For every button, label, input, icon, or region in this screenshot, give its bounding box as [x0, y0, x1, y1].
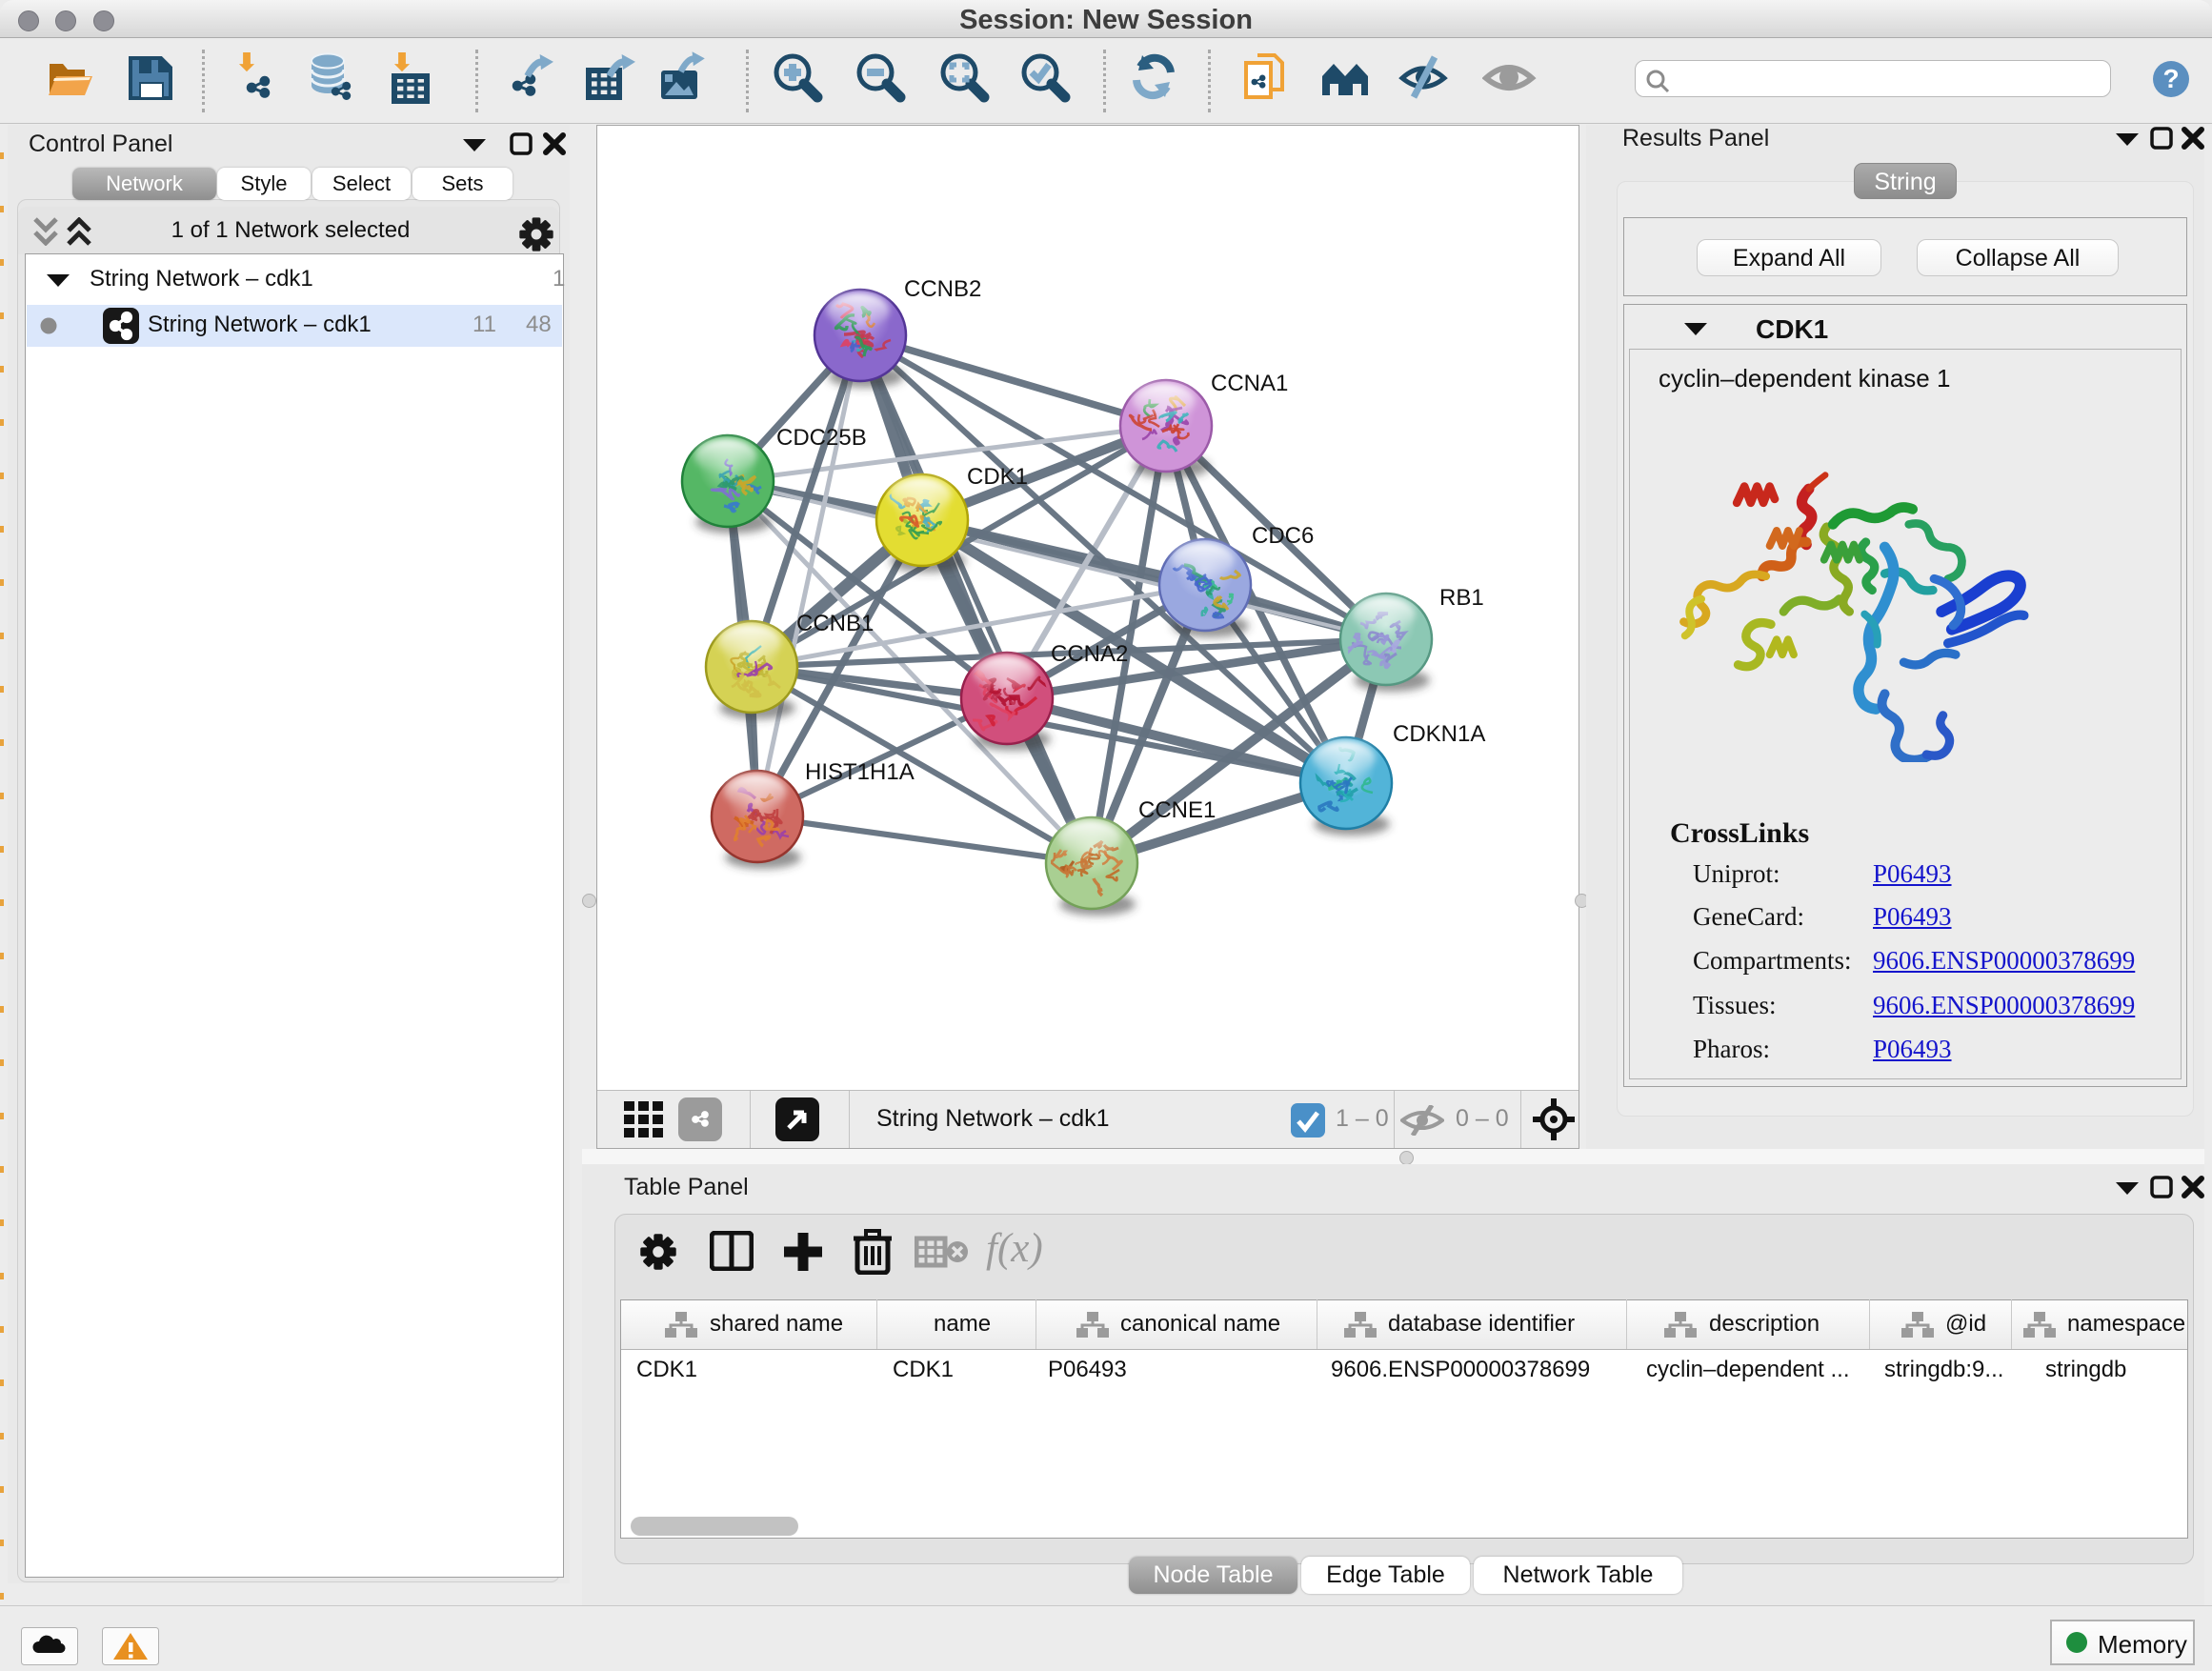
svg-text:CDC25B: CDC25B	[776, 425, 867, 451]
svg-text:?: ?	[2162, 64, 2179, 93]
svg-text:CCNB1: CCNB1	[796, 611, 874, 636]
svg-text:CDK1: CDK1	[967, 464, 1028, 490]
svg-text:CCNB2: CCNB2	[904, 276, 981, 302]
svg-text:CDKN1A: CDKN1A	[1393, 721, 1485, 747]
svg-text:CCNA1: CCNA1	[1211, 371, 1288, 396]
svg-text:CCNA2: CCNA2	[1051, 641, 1128, 667]
svg-text:HIST1H1A: HIST1H1A	[805, 759, 915, 785]
svg-text:RB1: RB1	[1439, 585, 1484, 611]
svg-text:CDC6: CDC6	[1252, 523, 1314, 549]
svg-text:CCNE1: CCNE1	[1138, 797, 1216, 823]
